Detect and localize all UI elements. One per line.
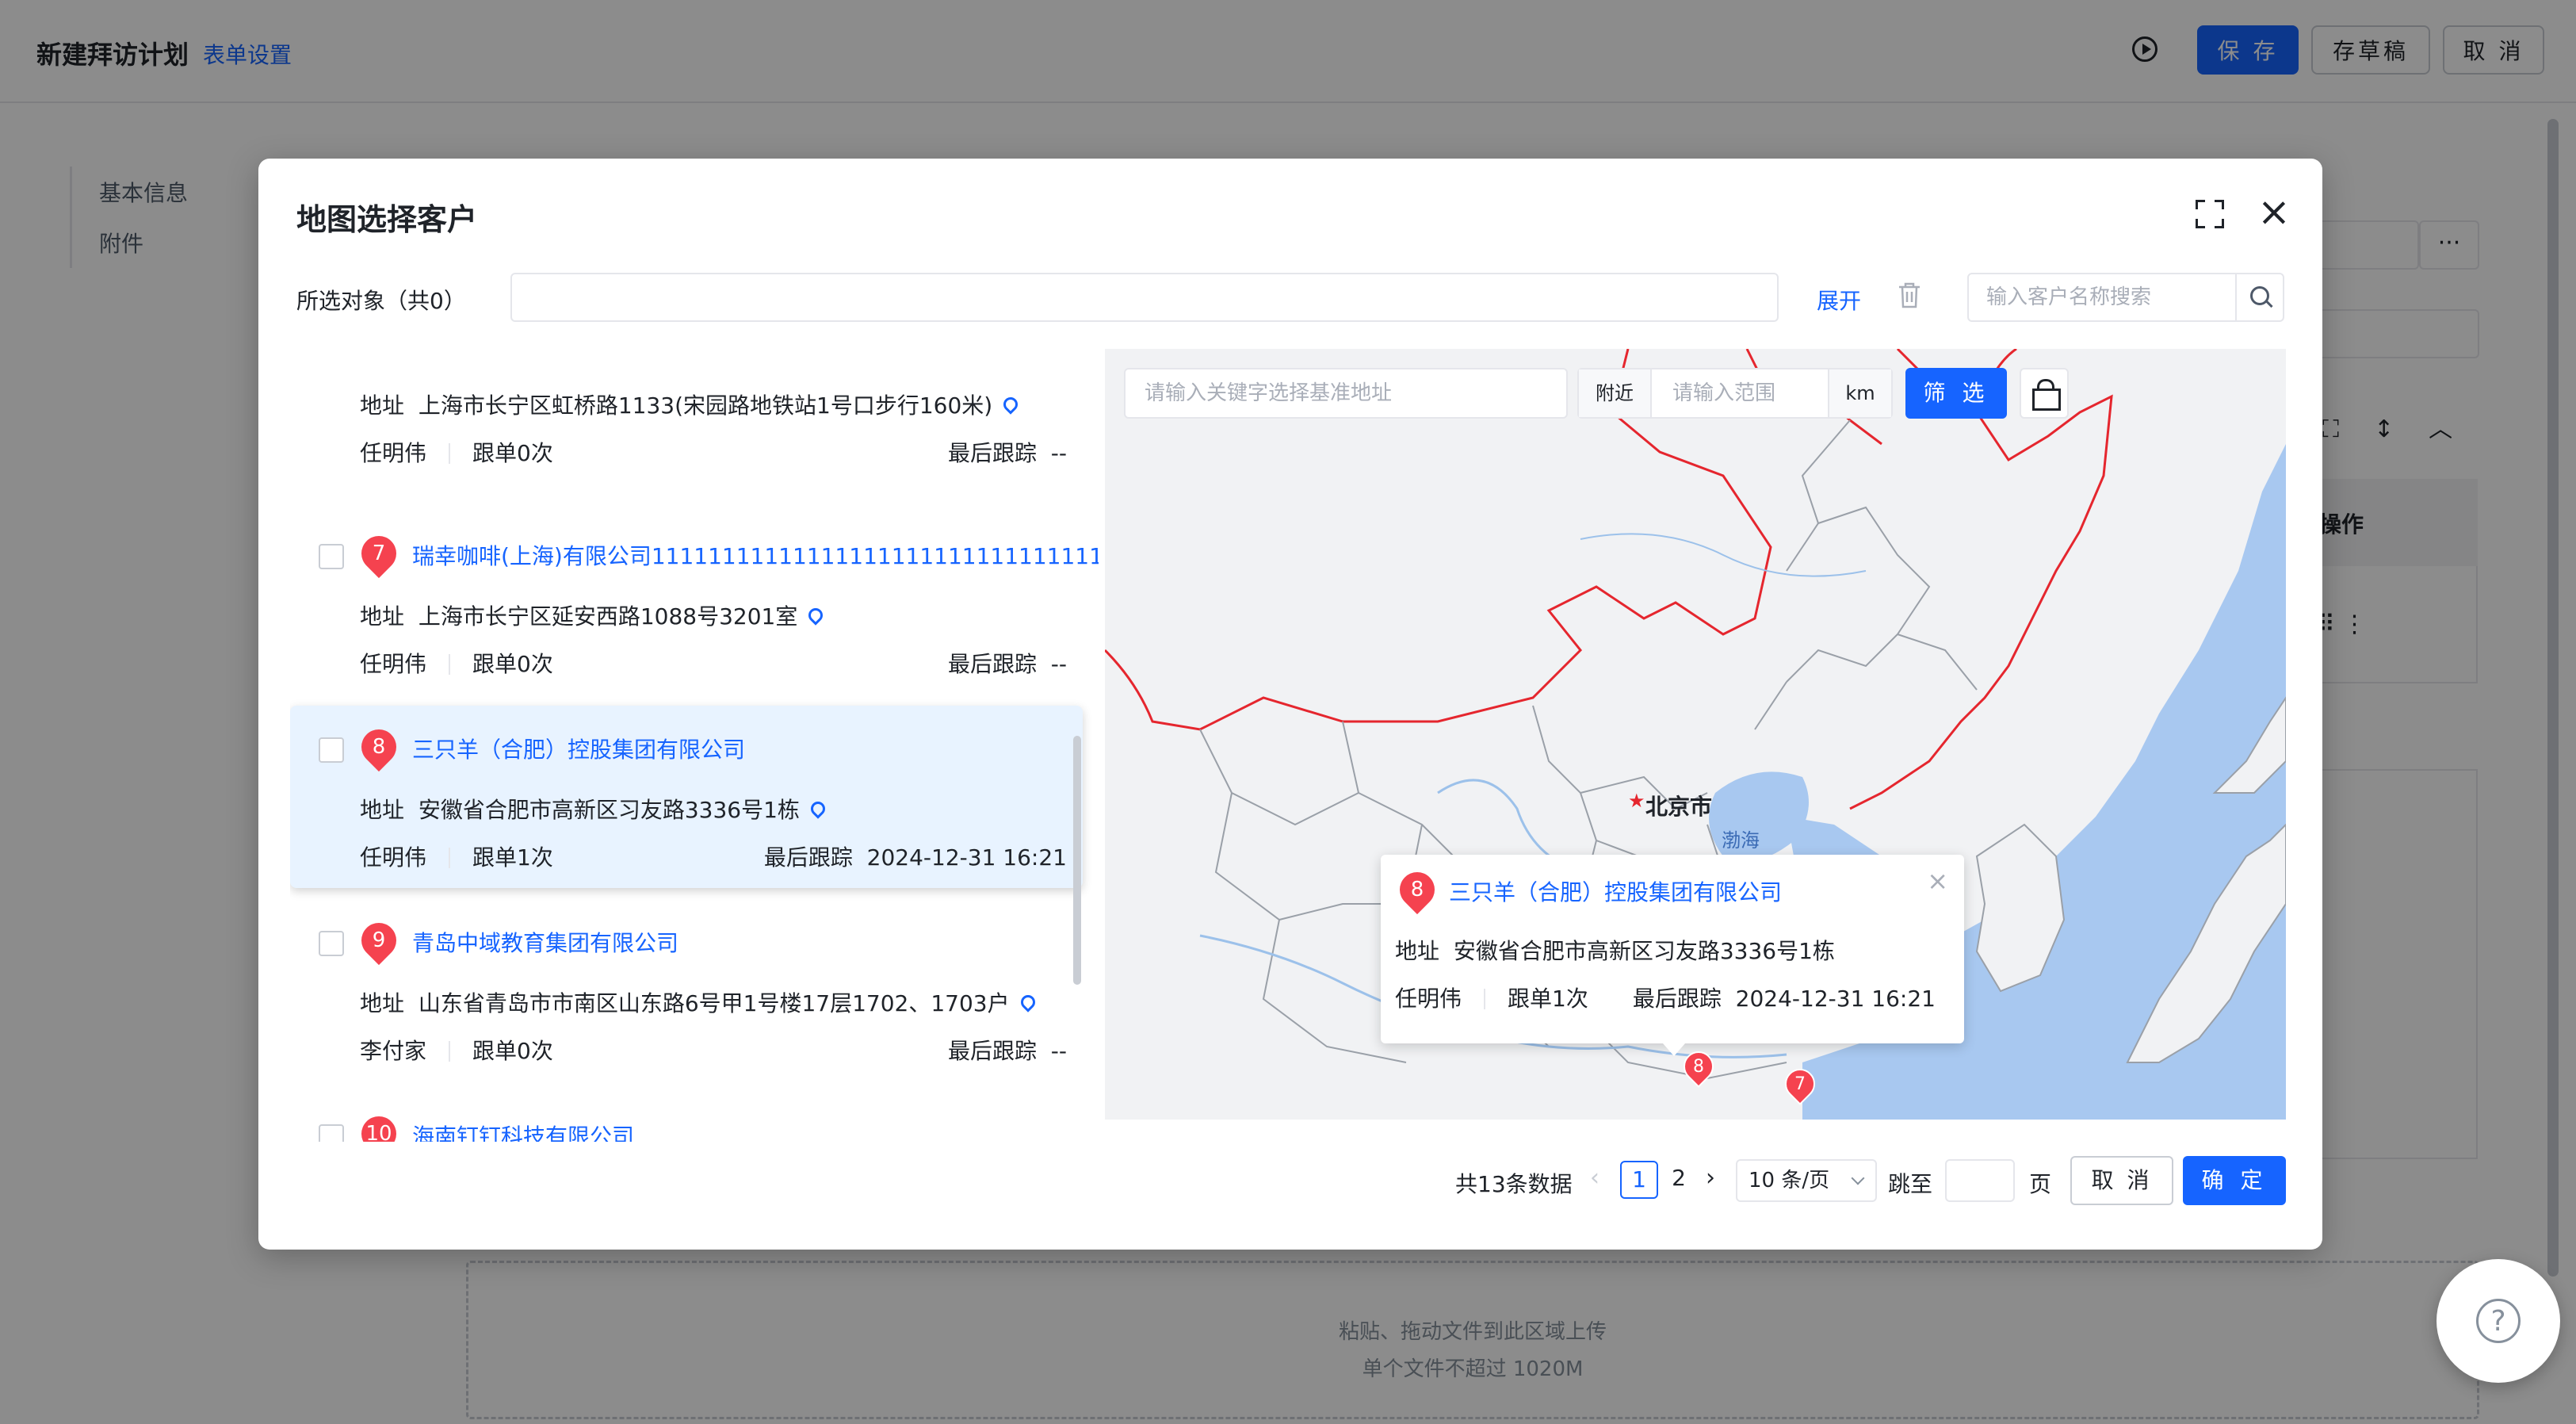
customer-name-link[interactable]: 海南钉钉科技有限公司 xyxy=(412,1120,634,1142)
list-item[interactable]: 地址 上海市长宁区虹桥路1133(宋园路地铁站1号口步行160米) 任明伟 跟单0… xyxy=(290,349,1083,484)
list-scrollbar[interactable] xyxy=(1073,736,1081,985)
list-item[interactable]: 9 青岛中域教育集团有限公司 地址 山东省青岛市市南区山东路6号甲1号楼17层1… xyxy=(290,899,1083,1081)
trash-icon[interactable] xyxy=(1896,281,1923,309)
item-address: 地址 上海市长宁区虹桥路1133(宋园路地铁站1号口步行160米) xyxy=(360,389,1021,420)
item-last-follow: 最后跟踪 -- xyxy=(947,651,1067,677)
marker-pin-icon: 8 xyxy=(1392,864,1443,915)
next-page-icon[interactable]: › xyxy=(1706,1164,1715,1192)
page-1[interactable]: 1 xyxy=(1620,1161,1658,1199)
nearby-label: 附近 xyxy=(1579,369,1652,417)
search-icon[interactable] xyxy=(2235,274,2283,320)
item-last-follow: 最后跟踪 2024-12-31 16:21 xyxy=(763,844,1067,871)
capital-star-icon: ★ xyxy=(1628,790,1645,812)
question-icon: ? xyxy=(2476,1299,2521,1343)
page-2[interactable]: 2 xyxy=(1660,1161,1698,1199)
marker-pin-icon: 10 xyxy=(354,1108,404,1142)
marker-pin-icon: 9 xyxy=(354,915,404,966)
item-checkbox[interactable] xyxy=(319,737,344,763)
item-checkbox[interactable] xyxy=(319,931,344,956)
item-address: 地址 山东省青岛市市南区山东路6号甲1号楼17层1702、1703户 xyxy=(360,986,1038,1018)
marker-pin-icon: 7 xyxy=(354,528,404,579)
list-item[interactable]: 7 瑞幸咖啡(上海)有限公司11111111111111111111111111… xyxy=(290,512,1099,695)
item-checkbox[interactable] xyxy=(319,544,344,569)
popup-customer-name[interactable]: 三只羊（合肥）控股集团有限公司 xyxy=(1449,875,1782,907)
map-select-customer-dialog: 地图选择客户 × 所选对象（共0） 展开 地址 上海市长宁区虹桥路1133(宋园… xyxy=(258,159,2322,1250)
page-size-select[interactable]: 10 条/页 xyxy=(1736,1159,1877,1202)
customer-name-link[interactable]: 三只羊（合肥）控股集团有限公司 xyxy=(412,733,745,764)
dialog-title: 地图选择客户 xyxy=(296,202,478,237)
help-button[interactable]: ? xyxy=(2436,1259,2560,1383)
popup-close-icon[interactable]: × xyxy=(1927,866,1948,896)
dialog-footer: 共13条数据 ‹ 1 2 › 10 条/页 跳至 页 取 消 确 定 xyxy=(258,1153,2322,1208)
range-input[interactable]: 请输入范围 xyxy=(1672,369,1775,417)
selected-objects-label: 所选对象（共0） xyxy=(296,288,466,314)
list-item[interactable]: 10 海南钉钉科技有限公司 xyxy=(290,1093,1083,1142)
dialog-confirm-button[interactable]: 确 定 xyxy=(2183,1156,2286,1205)
total-count: 共13条数据 xyxy=(1455,1171,1573,1197)
location-icon[interactable] xyxy=(1000,394,1021,415)
sea-label: 渤海 xyxy=(1722,829,1760,852)
popup-address: 地址 安徽省合肥市高新区习友路3336号1栋 xyxy=(1395,938,1835,964)
list-item-active[interactable]: 8 三只羊（合肥）控股集团有限公司 地址 安徽省合肥市高新区习友路3336号1栋… xyxy=(290,706,1083,888)
jump-page-input[interactable] xyxy=(1945,1159,2015,1202)
customer-info-popup: 8 三只羊（合肥）控股集团有限公司 × 地址 安徽省合肥市高新区习友路3336号… xyxy=(1381,855,1964,1056)
item-meta: 任明伟 跟单0次 xyxy=(360,651,553,677)
basket-icon[interactable] xyxy=(2020,368,2069,419)
prev-page-icon[interactable]: ‹ xyxy=(1590,1164,1599,1192)
item-meta: 任明伟 跟单0次 xyxy=(360,440,553,466)
item-address: 地址 上海市长宁区延安西路1088号3201室 xyxy=(360,599,827,631)
popup-meta: 任明伟 跟单1次 最后跟踪 2024-12-31 16:21 xyxy=(1395,986,1936,1012)
item-meta: 李付家 跟单0次 xyxy=(360,1038,553,1064)
item-meta: 任明伟 跟单1次 xyxy=(360,844,553,871)
customer-search-input[interactable] xyxy=(1969,274,2230,320)
customer-name-link[interactable]: 瑞幸咖啡(上海)有限公司1111111111111111111111111111… xyxy=(412,539,1099,571)
fullscreen-icon[interactable] xyxy=(2196,200,2224,228)
customer-name-link[interactable]: 青岛中域教育集团有限公司 xyxy=(412,926,678,958)
item-last-follow: 最后跟踪 -- xyxy=(947,440,1067,466)
expand-link[interactable]: 展开 xyxy=(1817,284,1861,316)
location-icon[interactable] xyxy=(805,605,827,626)
close-icon[interactable]: × xyxy=(2254,192,2294,233)
item-last-follow: 最后跟踪 -- xyxy=(947,1038,1067,1064)
city-label: 北京市 xyxy=(1645,794,1713,820)
page-unit: 页 xyxy=(2029,1171,2052,1197)
item-checkbox[interactable] xyxy=(319,1124,344,1142)
location-icon[interactable] xyxy=(808,798,828,819)
jump-label: 跳至 xyxy=(1888,1171,1933,1197)
item-address: 地址 安徽省合肥市高新区习友路3336号1栋 xyxy=(360,793,828,825)
customer-list: 地址 上海市长宁区虹桥路1133(宋园路地铁站1号口步行160米) 任明伟 跟单0… xyxy=(290,349,1099,1142)
location-icon[interactable] xyxy=(1017,992,1038,1012)
map-view[interactable]: 请输入关键字选择基准地址 附近 请输入范围 km 筛 选 ★ 北京市 渤海 8 … xyxy=(1105,349,2286,1120)
km-unit: km xyxy=(1828,369,1891,417)
customer-search xyxy=(1967,273,2284,322)
selected-objects-box[interactable] xyxy=(510,273,1779,322)
filter-button[interactable]: 筛 选 xyxy=(1905,368,2007,419)
map-keyword-input[interactable]: 请输入关键字选择基准地址 xyxy=(1124,368,1568,419)
marker-pin-icon: 8 xyxy=(354,722,404,772)
range-input-group: 附近 请输入范围 km xyxy=(1577,368,1893,419)
dialog-cancel-button[interactable]: 取 消 xyxy=(2070,1156,2173,1205)
